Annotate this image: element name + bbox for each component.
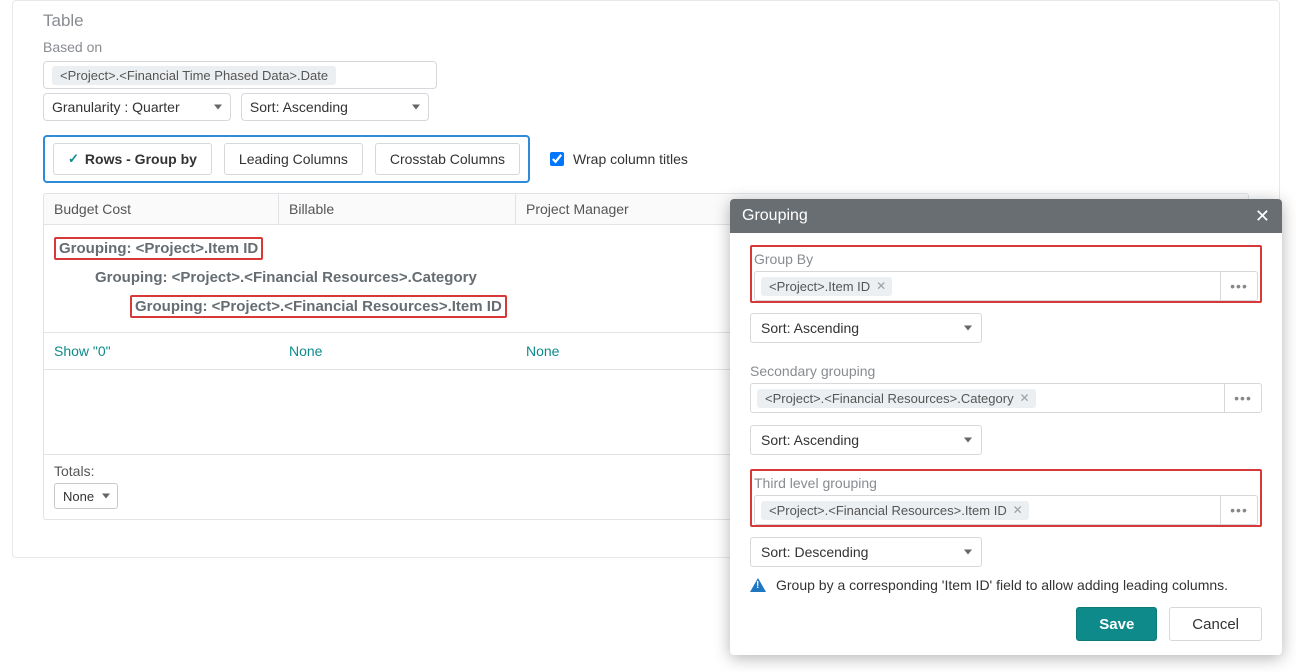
show-cell-budget[interactable]: Show "0": [54, 343, 111, 359]
group-by-label: Group By: [754, 251, 1258, 267]
col-header-budget[interactable]: Budget Cost: [44, 194, 279, 224]
secondary-grouping-label: Secondary grouping: [750, 363, 1262, 379]
granularity-dropdown[interactable]: Granularity : Quarter: [43, 93, 231, 121]
secondary-grouping-section: Secondary grouping <Project>.<Financial …: [750, 357, 1262, 415]
secondary-more-button[interactable]: •••: [1224, 383, 1262, 413]
clear-icon[interactable]: ✕: [1020, 391, 1030, 405]
group-by-chip: <Project>.Item ID ✕: [761, 277, 892, 296]
group-by-input[interactable]: <Project>.Item ID ✕: [754, 271, 1220, 301]
save-button[interactable]: Save: [1076, 607, 1157, 641]
wrap-titles-checkbox[interactable]: Wrap column titles: [546, 149, 688, 169]
secondary-sort-dropdown[interactable]: Sort: Ascending: [750, 425, 982, 455]
based-on-label: Based on: [43, 39, 1249, 55]
based-on-field[interactable]: <Project>.<Financial Time Phased Data>.D…: [43, 61, 437, 89]
col-header-billable[interactable]: Billable: [279, 194, 516, 224]
group-by-more-button[interactable]: •••: [1220, 271, 1258, 301]
grouping-dialog: Grouping ✕ Group By <Project>.Item ID ✕ …: [730, 199, 1282, 655]
show-cell-pm[interactable]: None: [526, 343, 559, 359]
show-cell-billable[interactable]: None: [289, 343, 322, 359]
third-grouping-label: Third level grouping: [754, 475, 1258, 491]
tab-rows-groupby[interactable]: Rows - Group by: [53, 143, 212, 175]
grouping-line-3[interactable]: Grouping: <Project>.<Financial Resources…: [130, 295, 507, 318]
third-sort-dropdown[interactable]: Sort: Descending: [750, 537, 982, 567]
third-grouping-input[interactable]: <Project>.<Financial Resources>.Item ID …: [754, 495, 1220, 525]
based-sort-dropdown[interactable]: Sort: Ascending: [241, 93, 429, 121]
info-message: Group by a corresponding 'Item ID' field…: [750, 577, 1262, 593]
tab-crosstab-columns[interactable]: Crosstab Columns: [375, 143, 520, 175]
tab-leading-columns[interactable]: Leading Columns: [224, 143, 363, 175]
panel-title: Table: [43, 11, 1249, 31]
cancel-button[interactable]: Cancel: [1169, 607, 1262, 641]
third-grouping-chip: <Project>.<Financial Resources>.Item ID …: [761, 501, 1029, 520]
grouping-line-2[interactable]: Grouping: <Project>.<Financial Resources…: [92, 268, 480, 287]
based-on-chip: <Project>.<Financial Time Phased Data>.D…: [52, 66, 336, 85]
dialog-title: Grouping: [742, 207, 808, 225]
dialog-header[interactable]: Grouping ✕: [730, 199, 1282, 233]
tab-group-highlight: Rows - Group by Leading Columns Crosstab…: [43, 135, 530, 183]
grouping-line-1[interactable]: Grouping: <Project>.Item ID: [54, 237, 263, 260]
wrap-titles-input[interactable]: [550, 152, 564, 166]
third-more-button[interactable]: •••: [1220, 495, 1258, 525]
clear-icon[interactable]: ✕: [1013, 503, 1023, 517]
warning-icon: [750, 578, 766, 592]
secondary-grouping-input[interactable]: <Project>.<Financial Resources>.Category…: [750, 383, 1224, 413]
group-by-section: Group By <Project>.Item ID ✕ •••: [750, 245, 1262, 303]
third-grouping-section: Third level grouping <Project>.<Financia…: [750, 469, 1262, 527]
close-icon[interactable]: ✕: [1255, 207, 1270, 225]
clear-icon[interactable]: ✕: [876, 279, 886, 293]
totals-dropdown[interactable]: None: [54, 483, 118, 509]
secondary-grouping-chip: <Project>.<Financial Resources>.Category…: [757, 389, 1036, 408]
group-by-sort-dropdown[interactable]: Sort: Ascending: [750, 313, 982, 343]
